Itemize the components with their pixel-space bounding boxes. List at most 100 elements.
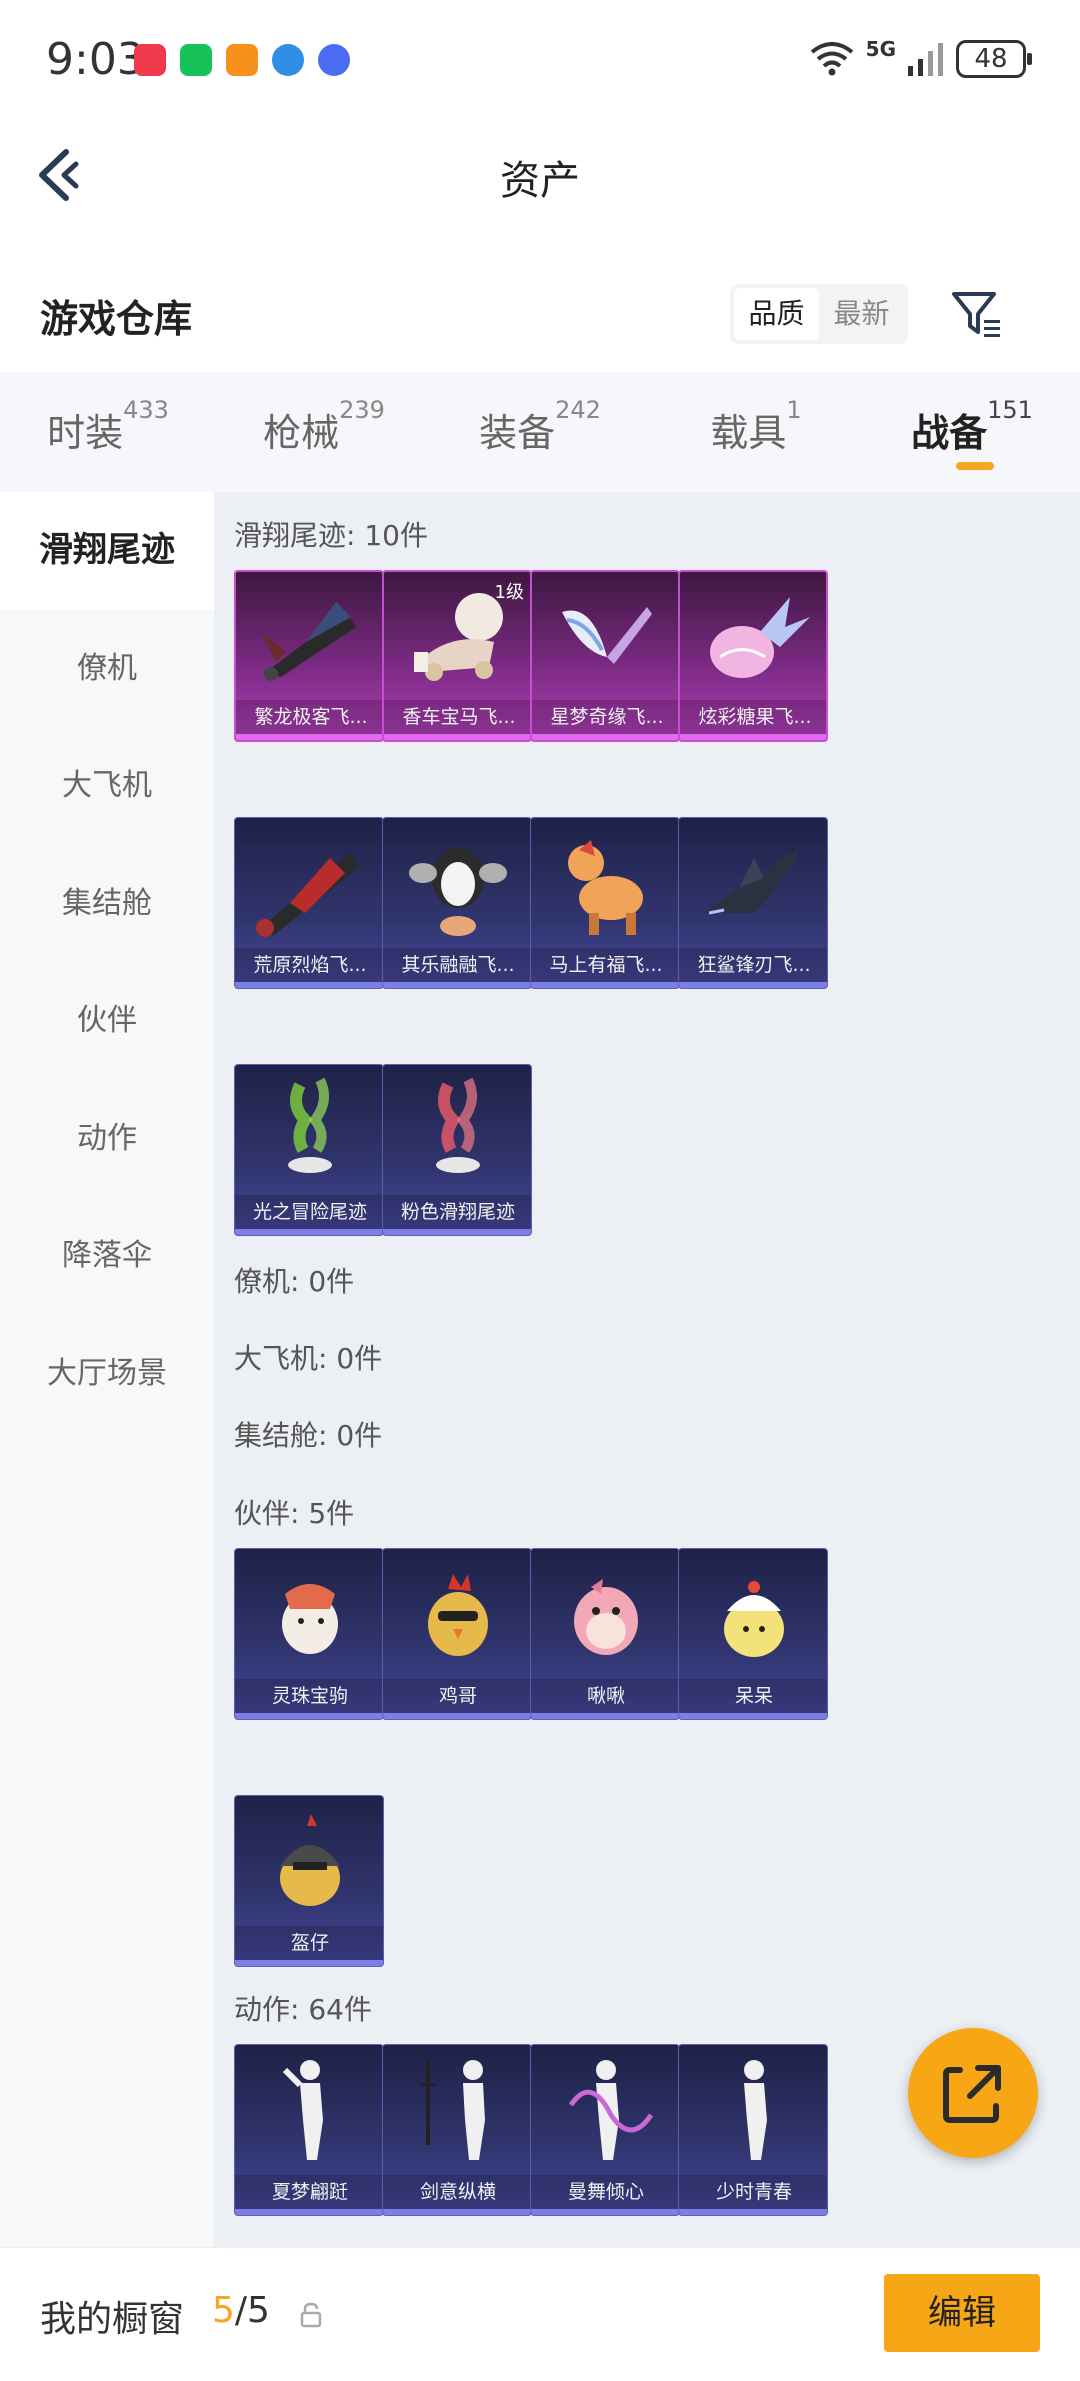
tab-label: 载具: [710, 411, 787, 455]
sidebar-item-lobby-scene[interactable]: 大厅场景: [0, 1315, 214, 1433]
status-time: 9:03: [46, 34, 145, 85]
item-tile[interactable]: 其乐融融飞...: [382, 817, 532, 989]
item-name: 灵珠宝驹: [235, 1679, 383, 1713]
item-tile[interactable]: 光之冒险尾迹: [234, 1064, 384, 1236]
item-tile[interactable]: 呆呆: [678, 1548, 828, 1720]
item-name: 呆呆: [679, 1679, 827, 1713]
showcase-bar: 我的橱窗 5/5 编辑: [0, 2247, 1080, 2381]
sidebar-item-big-plane[interactable]: 大飞机: [0, 727, 214, 845]
item-tile[interactable]: 1级 香车宝马飞...: [382, 570, 532, 742]
item-name: 荒原烈焰飞...: [235, 948, 383, 982]
dragon-glider-icon: [261, 602, 356, 681]
item-grid-area: 滑翔尾迹: 10件 繁龙极客飞... 1级 香车宝马飞... 星梦奇缘飞...: [214, 492, 1080, 2247]
sort-segmented-control: 品质 最新: [730, 284, 908, 344]
item-tile[interactable]: 炫彩糖果飞...: [678, 570, 828, 742]
showcase-count-total: /5: [234, 2290, 270, 2331]
item-tile[interactable]: 剑意纵横: [382, 2044, 532, 2216]
item-tile[interactable]: 星梦奇缘飞...: [530, 570, 680, 742]
header: 资产: [0, 120, 1080, 230]
tab-label: 时装: [47, 411, 124, 455]
tab-preparation[interactable]: 战备151: [864, 372, 1080, 492]
green-smoke-trail-icon: [288, 1077, 332, 1173]
flame-glider-icon: [256, 853, 360, 937]
network-type: 5G: [865, 37, 896, 61]
item-name: 曼舞倾心: [531, 2175, 679, 2209]
section-label-emote: 动作: 64件: [234, 1993, 372, 2026]
wechat-icon: [180, 44, 212, 76]
status-bar: 9:03 5G 48: [0, 0, 1080, 120]
item-name: 夏梦翩跹: [235, 2175, 383, 2209]
music-app-icon: [318, 44, 350, 76]
item-name: 狂鲨锋刃飞...: [679, 948, 827, 982]
item-name: 炫彩糖果飞...: [680, 700, 826, 734]
wifi-icon: [810, 42, 853, 76]
item-tile[interactable]: 荒原烈焰飞...: [234, 817, 384, 989]
item-name: 粉色滑翔尾迹: [383, 1195, 531, 1229]
section-label-rally-pod: 集结舱: 0件: [234, 1419, 383, 1452]
horse-glider-icon: [568, 840, 643, 935]
ribbon-dance-emote-icon: [568, 2060, 654, 2160]
sidebar-item-partner[interactable]: 伙伴: [0, 962, 214, 1080]
browser-app-icon: [272, 44, 304, 76]
chicken-partner-icon: [428, 1574, 488, 1656]
item-tile[interactable]: 狂鲨锋刃飞...: [678, 817, 828, 989]
section-label-glide: 滑翔尾迹: 10件: [234, 519, 428, 552]
sidebar: 滑翔尾迹 僚机 大飞机 集结舱 伙伴 动作 降落伞 大厅场景: [0, 492, 214, 2247]
tab-equipment[interactable]: 装备242: [432, 372, 648, 492]
item-tile[interactable]: 夏梦翩跹: [234, 2044, 384, 2216]
item-name: 香车宝马飞...: [384, 700, 530, 734]
signal-icon: [908, 43, 943, 76]
sort-newest-option[interactable]: 最新: [819, 288, 904, 340]
sidebar-item-glide-trail[interactable]: 滑翔尾迹: [0, 492, 214, 610]
tab-guns[interactable]: 枪械239: [216, 372, 432, 492]
shopping-app-icon: [134, 44, 166, 76]
tab-label: 枪械: [263, 411, 340, 455]
item-level-badge: 1级: [494, 582, 524, 603]
tab-fashion[interactable]: 时装433: [0, 372, 216, 492]
item-tile[interactable]: 马上有福飞...: [530, 817, 680, 989]
item-tile[interactable]: 灵珠宝驹: [234, 1548, 384, 1720]
item-name: 马上有福飞...: [531, 948, 679, 982]
sort-quality-option[interactable]: 品质: [734, 288, 819, 340]
game-app-icon: [226, 44, 258, 76]
battery-level: 48: [974, 44, 1008, 74]
penguin-glider-icon: [409, 848, 507, 936]
tab-count: 242: [555, 396, 601, 424]
edit-button[interactable]: 编辑: [884, 2274, 1040, 2352]
item-name: 光之冒险尾迹: [235, 1195, 383, 1229]
item-name: 鸡哥: [383, 1679, 531, 1713]
share-fab-button[interactable]: [908, 2028, 1038, 2158]
youth-emote-icon: [744, 2060, 767, 2160]
sidebar-item-wingman[interactable]: 僚机: [0, 610, 214, 728]
notification-icons: [134, 44, 350, 76]
pink-smoke-trail-icon: [436, 1077, 480, 1173]
tab-vehicles[interactable]: 载具1: [648, 372, 864, 492]
filter-icon: [952, 292, 1000, 337]
item-name: 星梦奇缘飞...: [532, 700, 678, 734]
showcase-count-current: 5: [212, 2290, 235, 2331]
item-tile[interactable]: 曼舞倾心: [530, 2044, 680, 2216]
tab-count: 239: [339, 396, 385, 424]
sidebar-item-emote[interactable]: 动作: [0, 1080, 214, 1198]
lock-icon: [300, 2302, 322, 2328]
item-tile[interactable]: 啾啾: [530, 1548, 680, 1720]
status-indicators: 5G 48: [810, 37, 1032, 78]
tab-count: 433: [123, 396, 169, 424]
item-tile[interactable]: 鸡哥: [382, 1548, 532, 1720]
sidebar-item-parachute[interactable]: 降落伞: [0, 1197, 214, 1315]
sidebar-item-rally-pod[interactable]: 集结舱: [0, 845, 214, 963]
item-tile[interactable]: 盔仔: [234, 1795, 384, 1967]
filter-button[interactable]: [948, 286, 1004, 342]
tab-count: 1: [786, 396, 802, 424]
section-label-wingman: 僚机: 0件: [234, 1265, 355, 1298]
chick-partner-icon: [724, 1581, 784, 1657]
share-icon: [943, 2065, 1001, 2123]
item-tile[interactable]: 繁龙极客飞...: [234, 570, 384, 742]
item-tile[interactable]: 少时青春: [678, 2044, 828, 2216]
showcase-label: 我的橱窗: [40, 2299, 185, 2340]
tab-label: 战备: [911, 411, 988, 455]
item-tile[interactable]: 粉色滑翔尾迹: [382, 1064, 532, 1236]
item-name: 其乐融融飞...: [383, 948, 531, 982]
tab-label: 装备: [479, 411, 556, 455]
item-name: 繁龙极客飞...: [236, 700, 382, 734]
